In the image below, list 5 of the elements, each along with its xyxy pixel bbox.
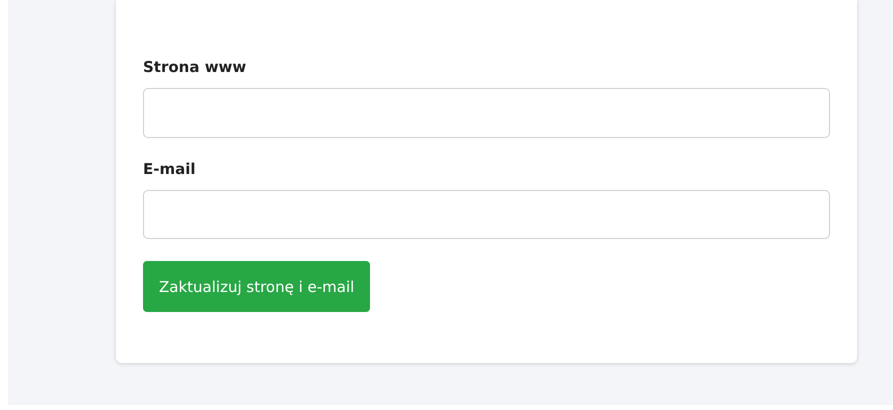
- input-field[interactable]: [143, 88, 830, 138]
- field-label: Strona www: [143, 58, 246, 76]
- submit-button[interactable]: Zaktualizuj stronę i e-mail: [143, 261, 370, 312]
- field-label: E-mail: [143, 160, 196, 178]
- input-field[interactable]: [143, 190, 830, 239]
